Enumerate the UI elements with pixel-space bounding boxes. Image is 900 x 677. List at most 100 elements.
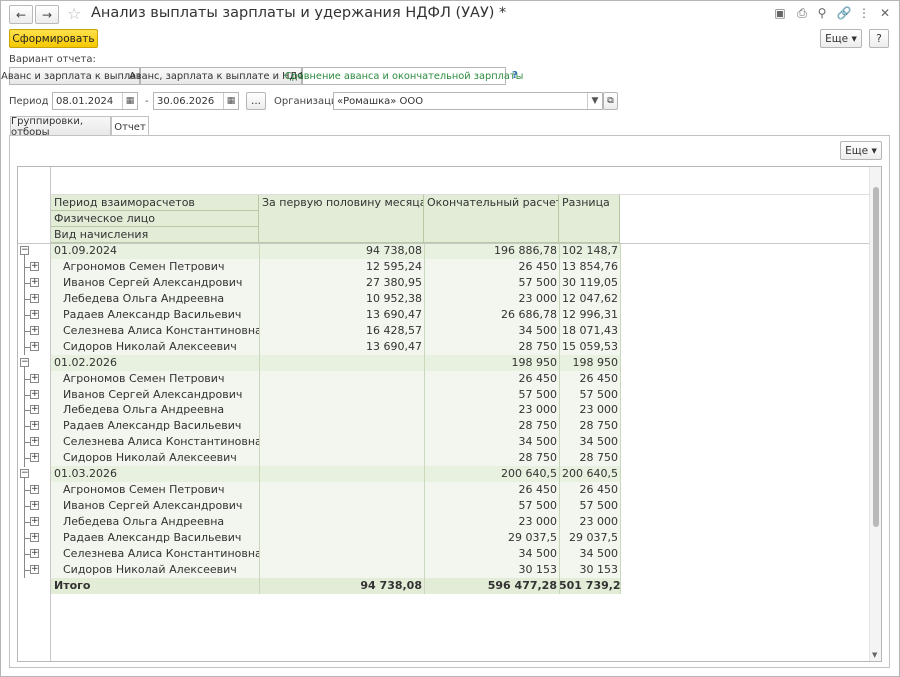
report-top-area (51, 167, 869, 195)
expand-row-icon[interactable]: + (30, 294, 39, 303)
vertical-scrollbar[interactable]: ▼ (869, 167, 881, 661)
person-name-cell: Радаев Александр Васильевич (51, 418, 259, 434)
expand-row-icon[interactable]: + (30, 437, 39, 446)
person-name-cell: Радаев Александр Васильевич (51, 530, 259, 546)
person-diff-cell: 28 750 (559, 450, 620, 466)
print-icon[interactable]: ⎙ (795, 6, 809, 20)
person-name-cell: Иванов Сергей Александрович (51, 387, 259, 403)
variant-label: Вариант отчета: (9, 54, 96, 65)
open-organization-button[interactable]: ⧉ (603, 92, 618, 110)
variant-option-3[interactable]: Сравнение аванса и окончательной зарплат… (285, 67, 523, 85)
group-first-half-cell: 94 738,08 (259, 243, 424, 259)
person-diff-cell: 18 071,43 (559, 323, 620, 339)
expand-row-icon[interactable]: + (30, 453, 39, 462)
column-separator (424, 243, 425, 594)
person-name-cell: Агрономов Семен Петрович (51, 259, 259, 275)
calendar-icon[interactable]: ▦ (223, 93, 238, 109)
link-icon[interactable]: 🔗 (837, 6, 852, 20)
group-period-cell: 01.02.2026 (51, 355, 259, 371)
calendar-icon[interactable]: ▦ (122, 93, 137, 109)
expand-row-icon[interactable]: + (30, 421, 39, 430)
collapse-group-icon[interactable]: − (20, 469, 29, 478)
period-to-value: 30.06.2026 (157, 95, 215, 107)
total-diff-cell: 501 739,2 (559, 578, 620, 594)
person-diff-cell: 26 450 (559, 482, 620, 498)
person-first-half-cell: 13 690,47 (259, 339, 424, 355)
preview-icon[interactable]: ⚲ (815, 6, 829, 20)
header-group3: Вид начисления (51, 227, 259, 243)
more-button[interactable]: Еще ▼ (820, 29, 862, 48)
person-final-cell: 23 000 (424, 402, 559, 418)
person-name-cell: Селезнева Алиса Константиновна (51, 434, 259, 450)
scroll-down-icon[interactable]: ▼ (872, 651, 877, 659)
total-label-cell: Итого (51, 578, 259, 594)
forward-button[interactable]: → (35, 5, 59, 24)
period-from-field[interactable]: 08.01.2024 ▦ (52, 92, 138, 110)
person-diff-cell: 13 854,76 (559, 259, 620, 275)
person-final-cell: 26 450 (424, 482, 559, 498)
expand-row-icon[interactable]: + (30, 549, 39, 558)
period-to-field[interactable]: 30.06.2026 ▦ (153, 92, 239, 110)
chevron-down-icon[interactable]: ▼ (587, 93, 602, 109)
expand-row-icon[interactable]: + (30, 533, 39, 542)
person-first-half-cell (259, 434, 424, 450)
group-period-cell: 01.09.2024 (51, 243, 259, 259)
expand-row-icon[interactable]: + (30, 342, 39, 351)
help-button[interactable]: ? (869, 29, 889, 48)
tree-vertical-line (24, 478, 25, 578)
person-first-half-cell (259, 371, 424, 387)
person-name-cell: Радаев Александр Васильевич (51, 307, 259, 323)
tab-report[interactable]: Отчет (111, 116, 149, 137)
expand-row-icon[interactable]: + (30, 310, 39, 319)
group-diff-cell: 200 640,5 (559, 466, 620, 482)
person-final-cell: 26 450 (424, 259, 559, 275)
expand-row-icon[interactable]: + (30, 485, 39, 494)
expand-row-icon[interactable]: + (30, 326, 39, 335)
variant-option-2[interactable]: Аванс, зарплата к выплате и НДФЛ (129, 67, 313, 85)
total-final-cell: 596 477,28 (424, 578, 559, 594)
person-final-cell: 23 000 (424, 514, 559, 530)
expand-row-icon[interactable]: + (30, 501, 39, 510)
person-final-cell: 30 153 (424, 562, 559, 578)
organization-field[interactable]: «Ромашка» ООО ▼ (333, 92, 603, 110)
collapse-group-icon[interactable]: − (20, 246, 29, 255)
favorite-star-icon[interactable]: ☆ (67, 4, 81, 23)
person-diff-cell: 12 996,31 (559, 307, 620, 323)
more-vertical-icon[interactable]: ⋮ (857, 6, 871, 20)
arrow-right-icon: → (41, 7, 53, 22)
person-final-cell: 57 500 (424, 498, 559, 514)
tab-groupings[interactable]: Группировки, отборы (10, 116, 111, 138)
variant-option-1[interactable]: Аванс и зарплата к выплате (1, 67, 148, 85)
variant-help-icon[interactable]: ? (512, 70, 518, 81)
group-period-cell: 01.03.2026 (51, 466, 259, 482)
period-select-button[interactable]: ... (246, 92, 266, 110)
scrollbar-thumb[interactable] (873, 187, 879, 527)
person-first-half-cell: 13 690,47 (259, 307, 424, 323)
save-icon[interactable]: ▣ (773, 6, 787, 20)
report-spreadsheet[interactable]: Период взаиморасчетов Физическое лицо Ви… (17, 166, 882, 662)
organization-value: «Ромашка» ООО (337, 95, 424, 107)
person-final-cell: 57 500 (424, 275, 559, 291)
collapse-group-icon[interactable]: − (20, 358, 29, 367)
report-more-button[interactable]: Еще ▼ (840, 141, 882, 160)
person-final-cell: 28 750 (424, 450, 559, 466)
close-icon[interactable]: ✕ (878, 6, 892, 20)
expand-row-icon[interactable]: + (30, 390, 39, 399)
person-first-half-cell (259, 562, 424, 578)
expand-row-icon[interactable]: + (30, 405, 39, 414)
expand-row-icon[interactable]: + (30, 517, 39, 526)
expand-row-icon[interactable]: + (30, 278, 39, 287)
expand-row-icon[interactable]: + (30, 374, 39, 383)
person-name-cell: Агрономов Семен Петрович (51, 371, 259, 387)
back-button[interactable]: ← (9, 5, 33, 24)
expand-row-icon[interactable]: + (30, 565, 39, 574)
column-separator (259, 243, 260, 594)
person-name-cell: Лебедева Ольга Андреевна (51, 514, 259, 530)
person-diff-cell: 34 500 (559, 434, 620, 450)
person-first-half-cell (259, 402, 424, 418)
chevron-down-icon: ▼ (871, 146, 877, 155)
header-diff: Разница (559, 195, 620, 243)
person-first-half-cell (259, 482, 424, 498)
expand-row-icon[interactable]: + (30, 262, 39, 271)
generate-button[interactable]: Сформировать (9, 29, 98, 48)
